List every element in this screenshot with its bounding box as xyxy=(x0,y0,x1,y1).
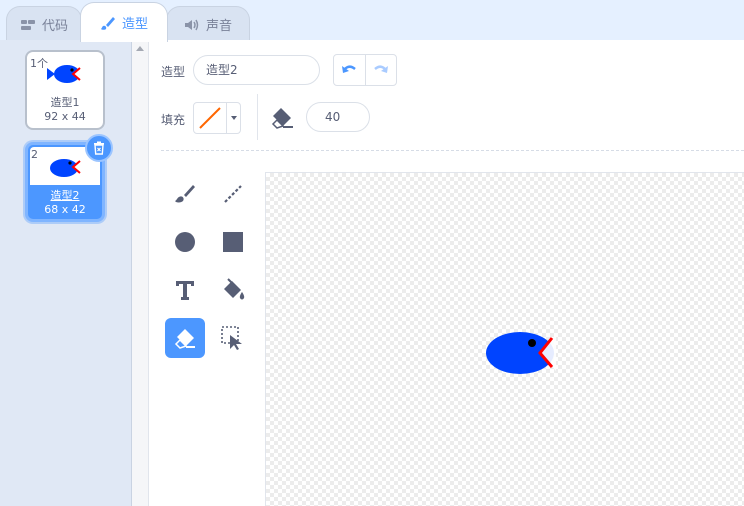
costume-list-scrollbar[interactable] xyxy=(132,40,149,506)
chevron-down-icon xyxy=(230,116,237,120)
tool-brush[interactable] xyxy=(165,174,205,214)
fill-label: 填充 xyxy=(161,113,186,127)
divider xyxy=(257,94,258,140)
tool-line[interactable] xyxy=(213,174,253,214)
paint-editor: 造型 造型2 填充 40 xyxy=(149,40,744,506)
rectangle-icon xyxy=(223,232,243,252)
costume-number: 2 xyxy=(31,148,38,161)
select-icon xyxy=(221,326,242,350)
costume-size: 92 x 44 xyxy=(44,110,86,123)
tool-select[interactable] xyxy=(213,318,253,358)
tool-fill[interactable] xyxy=(213,270,253,310)
eraser-icon xyxy=(174,329,195,349)
drawing-canvas[interactable] xyxy=(265,172,744,506)
tool-eraser[interactable] xyxy=(165,318,205,358)
circle-icon xyxy=(175,232,195,252)
delete-costume-button[interactable] xyxy=(85,134,113,162)
toolbar-divider xyxy=(161,150,744,151)
fill-color-swatch[interactable] xyxy=(194,103,226,133)
redo-button[interactable] xyxy=(364,55,396,85)
tool-circle[interactable] xyxy=(165,222,205,262)
paint-bucket-icon xyxy=(224,278,245,300)
fill-color-icon xyxy=(199,107,221,129)
fish-thumbnail-icon xyxy=(50,159,81,177)
text-icon xyxy=(176,281,194,300)
undo-icon xyxy=(342,65,357,73)
costume-name: 造型2 xyxy=(50,189,80,202)
costume-list: 1个 造型1 92 x 44 2 造型2 68 x 42 xyxy=(0,40,132,506)
redo-icon xyxy=(374,65,388,73)
code-icon xyxy=(20,19,35,30)
undo-button[interactable] xyxy=(334,55,365,85)
eraser-size-input[interactable]: 40 xyxy=(306,102,370,132)
fish-thumbnail-icon xyxy=(47,65,81,83)
tool-rectangle[interactable] xyxy=(213,222,253,262)
fill-color-picker[interactable] xyxy=(193,102,241,134)
brush-icon xyxy=(100,16,115,30)
costume-size: 68 x 42 xyxy=(44,203,86,216)
editor-tab-bar: 代码 造型 声音 xyxy=(0,0,744,42)
tab-sounds[interactable]: 声音 xyxy=(166,6,250,42)
undo-redo-group xyxy=(333,54,397,86)
costume-name: 造型1 xyxy=(50,96,80,109)
eraser-size-icon xyxy=(271,108,293,129)
tab-code[interactable]: 代码 xyxy=(6,6,82,42)
costume-name-input[interactable]: 造型2 xyxy=(193,55,320,85)
tab-costumes-label: 造型 xyxy=(121,17,148,32)
fish-costume-drawing xyxy=(486,332,556,374)
costume-item-1[interactable]: 1个 造型1 92 x 44 xyxy=(25,50,105,130)
costume-item-2[interactable]: 2 造型2 68 x 42 xyxy=(25,134,113,222)
line-icon xyxy=(224,185,242,203)
tab-code-label: 代码 xyxy=(41,19,68,34)
tab-sounds-label: 声音 xyxy=(205,19,232,34)
brush-icon xyxy=(175,185,195,203)
scroll-up-icon[interactable] xyxy=(136,46,144,51)
costume-name-label: 造型 xyxy=(161,65,186,79)
fill-dropdown-button[interactable] xyxy=(226,103,240,133)
trash-icon xyxy=(94,141,104,155)
tab-costumes[interactable]: 造型 xyxy=(80,2,168,42)
sound-icon xyxy=(184,19,199,30)
tool-text[interactable] xyxy=(165,270,205,310)
